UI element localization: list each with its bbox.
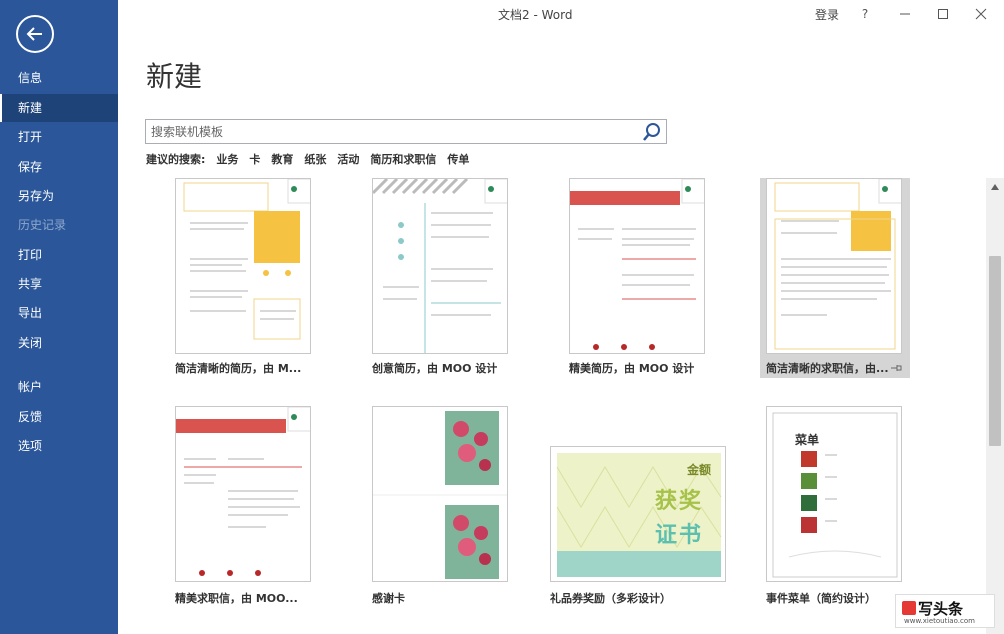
template-gallery: 简洁清晰的简历，由 M... 创意简历，由 MOO 设计 精美简历，由 MOO …: [118, 178, 986, 634]
template-label[interactable]: 感谢卡: [372, 590, 512, 606]
sidebar-item-info[interactable]: 信息: [0, 64, 118, 92]
template-search: [145, 119, 667, 144]
gift-amount-text: 金额: [687, 463, 712, 477]
sidebar-item-account[interactable]: 帐户: [0, 373, 118, 401]
suggest-flyer[interactable]: 传单: [447, 151, 469, 167]
maximize-button[interactable]: [923, 2, 963, 26]
template-label[interactable]: 简洁清晰的求职信，由...: [766, 360, 906, 376]
title-bar: 文档2 - Word 登录 ?: [118, 0, 1004, 28]
gallery-scrollbar[interactable]: [986, 178, 1004, 634]
suggest-business[interactable]: 业务: [216, 151, 238, 167]
sidebar-item-feedback[interactable]: 反馈: [0, 403, 118, 431]
suggest-resume[interactable]: 简历和求职信: [370, 151, 436, 167]
template-thumbnail[interactable]: 菜单: [766, 406, 902, 582]
search-button[interactable]: [638, 120, 666, 143]
gift-title-line2: 证书: [655, 523, 704, 548]
suggest-card[interactable]: 卡: [249, 151, 260, 167]
resume-preview: [373, 179, 507, 353]
close-icon: [975, 8, 987, 20]
search-input[interactable]: [146, 120, 636, 143]
search-icon: [643, 122, 660, 141]
minimize-icon: [900, 13, 910, 15]
backstage-sidebar: 信息 新建 打开 保存 另存为 历史记录 打印 共享 导出 关闭 帐户 反馈 选…: [0, 0, 118, 634]
brand-site: www.xietoutiao.com: [904, 617, 975, 625]
window-title: 文档2 - Word: [498, 8, 573, 22]
sidebar-item-history: 历史记录: [18, 218, 67, 232]
template-label[interactable]: 简洁清晰的简历，由 M...: [175, 360, 315, 376]
sidebar-item-close[interactable]: 关闭: [0, 329, 118, 357]
back-button[interactable]: [16, 15, 54, 53]
template-label[interactable]: 精美求职信，由 MOO...: [175, 590, 315, 606]
cover-letter-preview: [774, 179, 901, 350]
gift-title-line1: 获奖: [655, 489, 704, 514]
pin-icon[interactable]: [890, 363, 902, 373]
sidebar-item-share[interactable]: 共享: [0, 270, 118, 298]
sidebar-item-export[interactable]: 导出: [0, 299, 118, 327]
template-label[interactable]: 礼品券奖励（多彩设计）: [550, 590, 726, 606]
back-arrow-icon: [26, 27, 42, 41]
help-icon: ?: [861, 7, 869, 21]
maximize-icon: [938, 9, 948, 19]
login-link[interactable]: 登录: [815, 6, 839, 23]
sidebar-item-print[interactable]: 打印: [0, 241, 118, 269]
sidebar-item-new[interactable]: 新建: [0, 94, 118, 122]
chevron-up-icon: [991, 184, 999, 190]
menu-title-text: 菜单: [795, 433, 820, 447]
template-thumbnail[interactable]: [175, 178, 311, 354]
template-thumbnail[interactable]: [175, 406, 311, 582]
template-thumbnail[interactable]: [372, 178, 508, 354]
sidebar-item-save[interactable]: 保存: [0, 153, 118, 181]
template-label[interactable]: 创意简历，由 MOO 设计: [372, 360, 512, 376]
close-button[interactable]: [961, 2, 1001, 26]
template-label[interactable]: 精美简历，由 MOO 设计: [569, 360, 709, 376]
template-thumbnail[interactable]: [766, 178, 902, 354]
template-label[interactable]: 事件菜单（简约设计）: [766, 590, 906, 606]
suggest-paper[interactable]: 纸张: [304, 151, 326, 167]
suggested-searches: 建议的搜索: 业务 卡 教育 纸张 活动 简历和求职信 传单: [146, 151, 469, 167]
sidebar-item-open[interactable]: 打开: [0, 123, 118, 151]
resume-preview: [183, 179, 310, 340]
suggested-label: 建议的搜索:: [146, 153, 206, 166]
suggest-event[interactable]: 活动: [337, 151, 359, 167]
scroll-up-button[interactable]: [986, 180, 1004, 194]
template-thumbnail[interactable]: [569, 178, 705, 354]
scroll-thumb[interactable]: [989, 256, 1001, 446]
page-title: 新建: [146, 60, 203, 93]
template-thumbnail[interactable]: [372, 406, 508, 582]
brand-name: 写头条: [918, 600, 964, 618]
brand-icon: [902, 601, 916, 615]
suggest-education[interactable]: 教育: [271, 151, 293, 167]
resume-preview: [570, 179, 704, 350]
sidebar-item-save-as[interactable]: 另存为: [0, 182, 118, 210]
help-button[interactable]: ?: [845, 2, 885, 26]
sidebar-item-options[interactable]: 选项: [0, 432, 118, 460]
cover-letter-preview: [176, 407, 310, 576]
template-thumbnail[interactable]: 金额 获奖 证书: [550, 446, 726, 582]
menu-preview: [772, 412, 898, 578]
watermark-logo: 写头条 www.xietoutiao.com: [895, 594, 995, 628]
card-preview: [373, 411, 507, 579]
minimize-button[interactable]: [885, 2, 925, 26]
